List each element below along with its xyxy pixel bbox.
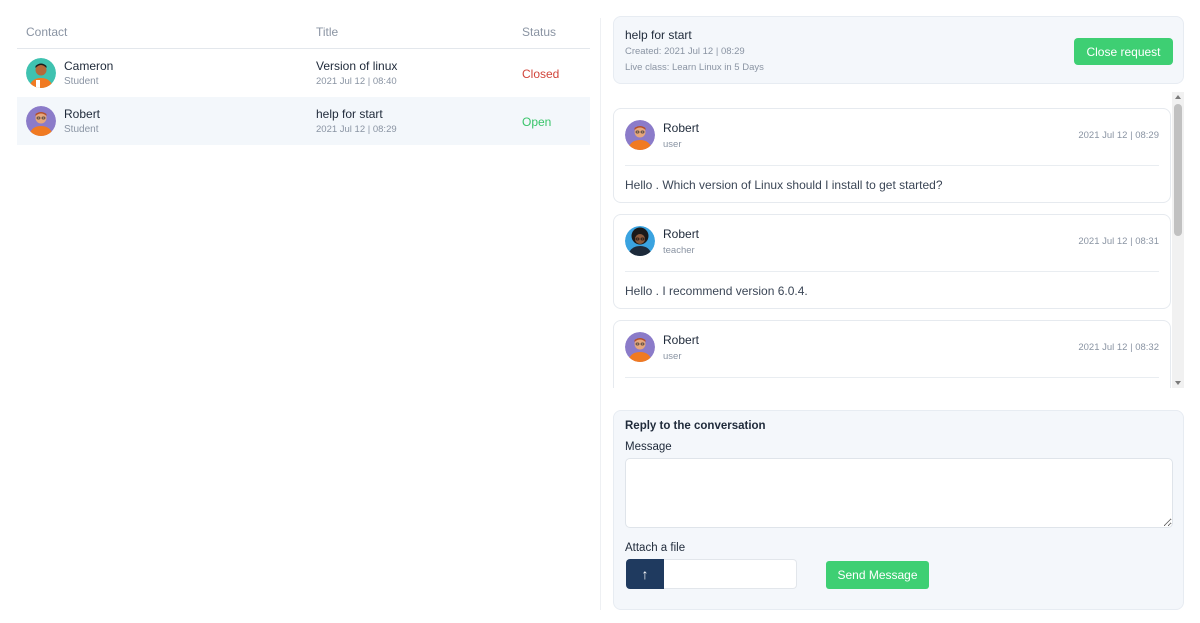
message-divider — [625, 271, 1159, 272]
message-card: Robert user 2021 Jul 12 | 08:29 Hello . … — [613, 108, 1171, 203]
column-header-contact: Contact — [26, 25, 68, 39]
attach-file-label: Attach a file — [625, 542, 686, 554]
message-author: Robert — [663, 333, 700, 347]
column-header-title: Title — [316, 25, 339, 39]
ticket-date: 2021 Jul 12 | 08:29 — [316, 124, 397, 135]
message-thread[interactable]: Robert user 2021 Jul 12 | 08:29 Hello . … — [613, 92, 1184, 388]
message-label: Message — [625, 441, 672, 453]
panel-divider — [600, 18, 601, 610]
message-card: Robert teacher 2021 Jul 12 | 08:31 Hello… — [613, 214, 1171, 309]
file-name-field[interactable] — [664, 559, 797, 589]
upload-button[interactable]: ↑ — [626, 559, 664, 589]
contact-name: Cameron — [64, 59, 114, 73]
column-header-status: Status — [522, 25, 557, 39]
ticket-title: Version of linux — [316, 59, 398, 73]
message-date: 2021 Jul 12 | 08:29 — [1078, 130, 1159, 141]
request-created: Created: 2021 Jul 12 | 08:29 — [625, 46, 745, 57]
close-request-button[interactable]: Close request — [1074, 38, 1173, 65]
send-message-button[interactable]: Send Message — [826, 561, 929, 589]
avatar — [625, 332, 655, 362]
request-header: help for start Created: 2021 Jul 12 | 08… — [613, 16, 1184, 84]
ticket-date: 2021 Jul 12 | 08:40 — [316, 76, 397, 87]
message-divider — [625, 165, 1159, 166]
message-card: Robert user 2021 Jul 12 | 08:32 — [613, 320, 1171, 388]
ticket-list: Contact Title Status Cameron Student Ver… — [17, 0, 590, 623]
message-author: Robert — [663, 227, 700, 241]
status-badge: Open — [522, 115, 552, 129]
ticket-title: help for start — [316, 107, 383, 121]
message-text: Hello . I recommend version 6.0.4. — [625, 284, 808, 298]
avatar — [625, 226, 655, 256]
scroll-down-arrow-icon[interactable] — [1175, 381, 1181, 385]
scrollbar-thumb[interactable] — [1174, 104, 1182, 236]
message-date: 2021 Jul 12 | 08:31 — [1078, 236, 1159, 247]
arrow-up-icon: ↑ — [641, 566, 649, 582]
status-badge: Closed — [522, 67, 560, 81]
message-text: Hello . Which version of Linux should I … — [625, 178, 943, 192]
message-divider — [625, 377, 1159, 378]
table-row[interactable]: Robert Student help for start 2021 Jul 1… — [17, 97, 590, 145]
avatar — [26, 106, 56, 136]
avatar — [26, 58, 56, 88]
contact-role: Student — [64, 76, 99, 87]
message-role: user — [663, 351, 682, 362]
message-textarea[interactable] — [625, 458, 1173, 528]
message-role: user — [663, 139, 682, 150]
message-author: Robert — [663, 121, 700, 135]
message-date: 2021 Jul 12 | 08:32 — [1078, 342, 1159, 353]
table-header: Contact Title Status — [17, 0, 590, 49]
table-row[interactable]: Cameron Student Version of linux 2021 Ju… — [17, 49, 590, 97]
request-live-class: Live class: Learn Linux in 5 Days — [625, 62, 764, 73]
reply-form: Reply to the conversation Message Attach… — [613, 410, 1184, 610]
reply-heading: Reply to the conversation — [625, 420, 766, 432]
message-role: teacher — [663, 245, 695, 256]
message-scrollbar[interactable] — [1172, 92, 1184, 388]
contact-name: Robert — [64, 107, 101, 121]
scroll-up-arrow-icon[interactable] — [1175, 95, 1181, 99]
request-title: help for start — [625, 28, 692, 42]
contact-role: Student — [64, 124, 99, 135]
avatar — [625, 120, 655, 150]
